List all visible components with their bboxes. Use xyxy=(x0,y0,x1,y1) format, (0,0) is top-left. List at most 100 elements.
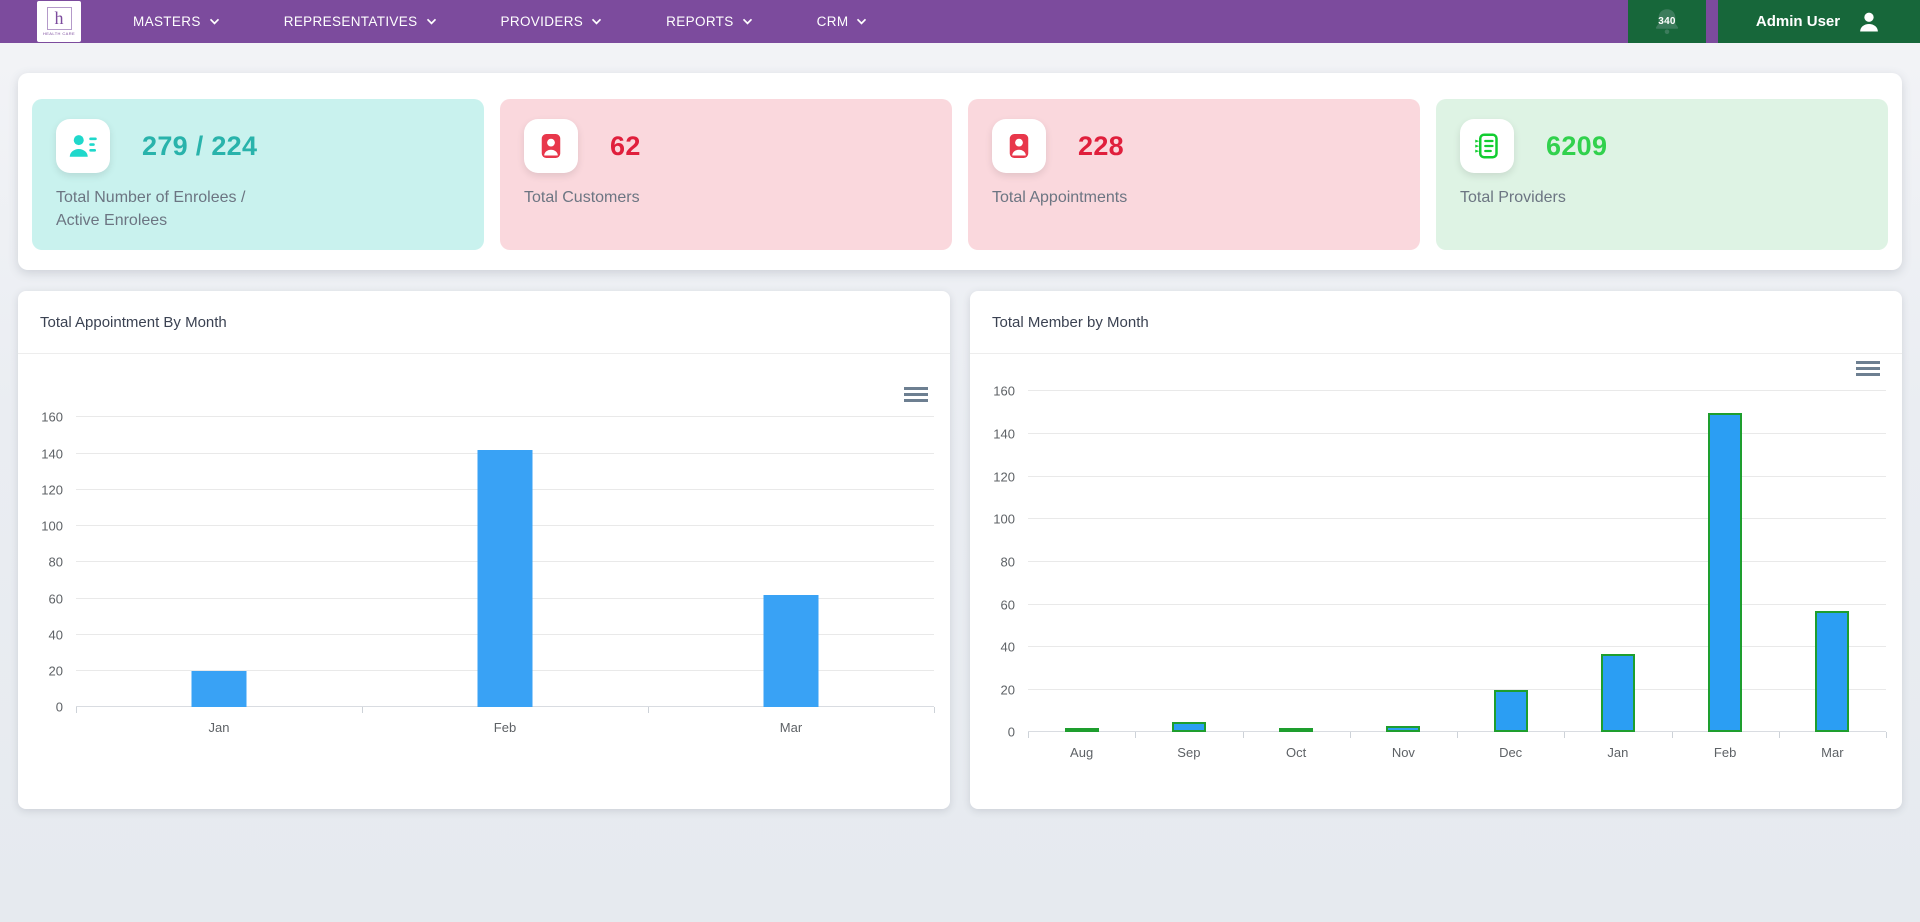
gridline xyxy=(1028,604,1886,605)
x-axis-label: Dec xyxy=(1499,745,1522,760)
x-axis-label: Jan xyxy=(209,720,230,735)
stat-value: 228 xyxy=(1078,131,1124,162)
chart-body: 020406080100120140160 JanFebMar xyxy=(18,417,950,743)
y-axis-label: 140 xyxy=(993,427,1015,442)
contact-card-icon xyxy=(1004,131,1034,161)
stat-card-top: 62 xyxy=(524,119,928,173)
stat-card-providers[interactable]: 6209 Total Providers xyxy=(1436,99,1888,250)
chart-card-members-by-month: Total Member by Month 020406080100120140… xyxy=(970,291,1902,809)
chevron-down-icon xyxy=(742,18,753,25)
x-axis-label: Oct xyxy=(1286,745,1306,760)
app-logo[interactable]: h HEALTH CARE xyxy=(37,1,81,42)
notifications-button[interactable]: 340 xyxy=(1628,0,1706,43)
logo-letter: h xyxy=(47,7,72,31)
gridline xyxy=(1028,433,1886,434)
dashboard-page: h HEALTH CARE MASTERS REPRESENTATIVES PROV… xyxy=(0,0,1920,922)
user-icon xyxy=(1856,9,1882,35)
stat-label: Total Number of Enrolees / Active Enrole… xyxy=(56,186,460,232)
nav-item-label: CRM xyxy=(817,14,849,29)
x-axis-label: Mar xyxy=(780,720,802,735)
nav-item-crm[interactable]: CRM xyxy=(817,14,868,29)
y-axis-label: 0 xyxy=(56,700,63,715)
chart-body: 020406080100120140160 AugSepOctNovDecJan… xyxy=(970,391,1902,768)
charts-row: Total Appointment By Month 0204060801001… xyxy=(18,291,1902,809)
x-axis-label: Feb xyxy=(1714,745,1736,760)
hamburger-icon[interactable] xyxy=(1856,361,1880,376)
y-axis-label: 80 xyxy=(49,555,63,570)
x-axis-label: Sep xyxy=(1177,745,1200,760)
bar-jan[interactable] xyxy=(1601,654,1635,733)
stat-label: Total Appointments xyxy=(992,186,1396,209)
nav-item-label: REPRESENTATIVES xyxy=(284,14,418,29)
stat-card-appointments[interactable]: 228 Total Appointments xyxy=(968,99,1420,250)
y-axis-label: 0 xyxy=(1008,725,1015,740)
x-axis-label: Mar xyxy=(1821,745,1843,760)
stat-card-top: 279 / 224 xyxy=(56,119,460,173)
main-content: 279 / 224 Total Number of Enrolees / Acti… xyxy=(0,73,1920,809)
stat-icon-box xyxy=(524,119,578,173)
chevron-down-icon xyxy=(426,18,437,25)
bar-feb[interactable] xyxy=(1708,413,1742,733)
y-axis-label: 100 xyxy=(41,519,63,534)
stat-label: Total Providers xyxy=(1460,186,1864,209)
y-axis-label: 120 xyxy=(41,482,63,497)
bar-feb[interactable] xyxy=(478,450,533,707)
y-axis-label: 20 xyxy=(1001,682,1015,697)
x-axis: Jan Feb Mar xyxy=(76,707,934,743)
x-axis-tick xyxy=(1886,732,1887,738)
nav-item-representatives[interactable]: REPRESENTATIVES xyxy=(284,14,437,29)
notification-count-badge: 340 xyxy=(1658,16,1676,27)
stat-value: 62 xyxy=(610,131,641,162)
y-axis: 020406080100120140160 xyxy=(28,417,76,707)
top-navbar: h HEALTH CARE MASTERS REPRESENTATIVES PROV… xyxy=(0,0,1920,43)
stat-value: 279 / 224 xyxy=(142,131,257,162)
x-axis-label: Jan xyxy=(1607,745,1628,760)
gridline xyxy=(1028,476,1886,477)
gridline xyxy=(1028,518,1886,519)
user-menu-button[interactable]: Admin User xyxy=(1718,0,1920,43)
stat-icon-box xyxy=(992,119,1046,173)
gridline xyxy=(1028,689,1886,690)
chevron-down-icon xyxy=(209,18,220,25)
stat-label: Total Customers xyxy=(524,186,928,209)
y-axis-label: 40 xyxy=(1001,640,1015,655)
y-axis-label: 160 xyxy=(41,410,63,425)
stat-card-customers[interactable]: 62 Total Customers xyxy=(500,99,952,250)
gridline xyxy=(76,416,934,417)
gridline xyxy=(1028,390,1886,391)
plot-area xyxy=(76,417,934,707)
stats-row: 279 / 224 Total Number of Enrolees / Acti… xyxy=(32,99,1888,250)
y-axis-label: 40 xyxy=(49,627,63,642)
nav-menu: MASTERS REPRESENTATIVES PROVIDERS REPORTS CR… xyxy=(133,14,867,29)
y-axis-label: 100 xyxy=(993,512,1015,527)
x-axis-label: Nov xyxy=(1392,745,1415,760)
gridline xyxy=(1028,646,1886,647)
gridline xyxy=(1028,561,1886,562)
list-book-icon xyxy=(1472,131,1502,161)
stat-card-enrolees[interactable]: 279 / 224 Total Number of Enrolees / Acti… xyxy=(32,99,484,250)
bar-dec[interactable] xyxy=(1494,690,1528,733)
bar-sep[interactable] xyxy=(1172,722,1206,733)
y-axis: 020406080100120140160 xyxy=(980,391,1028,732)
bar-mar[interactable] xyxy=(764,595,819,707)
chart-title: Total Member by Month xyxy=(992,314,1149,331)
nav-item-reports[interactable]: REPORTS xyxy=(666,14,752,29)
nav-item-label: PROVIDERS xyxy=(501,14,584,29)
y-axis-label: 160 xyxy=(993,384,1015,399)
x-axis-label: Feb xyxy=(494,720,516,735)
chevron-down-icon xyxy=(591,18,602,25)
chart-title: Total Appointment By Month xyxy=(40,314,227,331)
y-axis-label: 20 xyxy=(49,664,63,679)
navbar-right: 340 Admin User xyxy=(1628,0,1920,43)
bar-mar[interactable] xyxy=(1815,611,1849,732)
nav-item-providers[interactable]: PROVIDERS xyxy=(501,14,603,29)
x-axis-label: Aug xyxy=(1070,745,1093,760)
stat-card-top: 6209 xyxy=(1460,119,1864,173)
chevron-down-icon xyxy=(856,18,867,25)
bar-jan[interactable] xyxy=(191,671,246,707)
nav-item-masters[interactable]: MASTERS xyxy=(133,14,220,29)
hamburger-icon[interactable] xyxy=(904,387,928,402)
nav-item-label: REPORTS xyxy=(666,14,733,29)
stat-icon-box xyxy=(1460,119,1514,173)
x-axis-tick xyxy=(934,707,935,713)
